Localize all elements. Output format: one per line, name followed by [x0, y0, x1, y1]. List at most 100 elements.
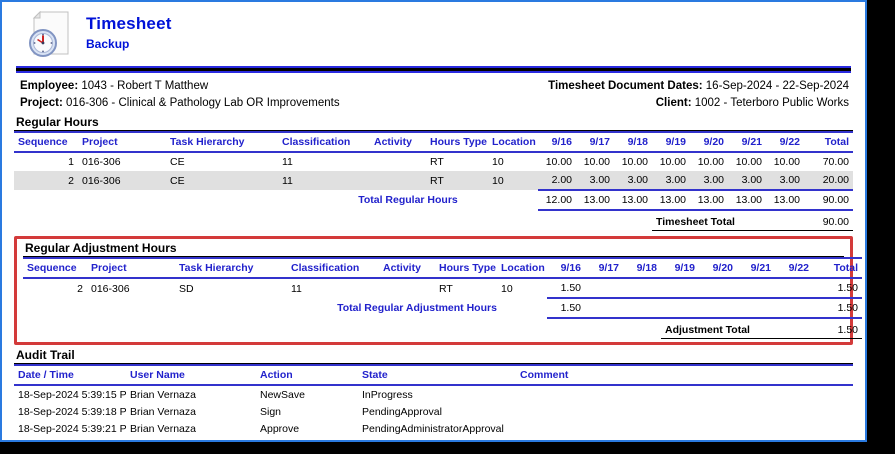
- cell-task: CE: [166, 152, 278, 171]
- cell-day: [775, 278, 813, 298]
- cell-day: 3.00: [690, 171, 728, 190]
- cell-day: [661, 278, 699, 298]
- cell-day: [699, 278, 737, 298]
- totals-row: Total Regular Adjustment Hours 1.50 1.50: [23, 298, 862, 318]
- column-header: Hours Type: [426, 132, 488, 152]
- cell-comment: [516, 437, 853, 442]
- cell-day: [623, 278, 661, 298]
- cell-day: 10.00: [690, 152, 728, 171]
- document-dates-value: 16-Sep-2024 - 22-Sep-2024: [706, 80, 849, 92]
- audit-trail-title: Audit Trail: [14, 348, 853, 364]
- column-header: User Name: [126, 365, 256, 385]
- project-row: Project: 016-306 - Clinical & Pathology …: [20, 95, 340, 112]
- cell-activity: [370, 152, 426, 171]
- totals-day: 13.00: [766, 190, 804, 210]
- cell-hours-type: RT: [435, 278, 497, 298]
- column-header: Task Hierarchy: [166, 132, 278, 152]
- report-title-block: Timesheet Backup: [86, 11, 172, 51]
- totals-total: 90.00: [804, 190, 853, 210]
- cell-hours-type: RT: [426, 152, 488, 171]
- column-header: Task Hierarchy: [175, 258, 287, 278]
- client-row: Client: 1002 - Teterboro Public Works: [548, 95, 849, 112]
- column-header: 9/18: [614, 132, 652, 152]
- cell-day: [585, 278, 623, 298]
- audit-row: 18-Sep-2024 5:39:15 PM Brian Vernaza New…: [14, 385, 853, 403]
- timesheet-total-row: Timesheet Total 90.00: [14, 210, 853, 231]
- column-header: Location: [497, 258, 547, 278]
- column-header: State: [358, 365, 516, 385]
- cell-day: [737, 278, 775, 298]
- document-dates-row: Timesheet Document Dates: 16-Sep-2024 - …: [548, 78, 849, 95]
- cell-action: Approve: [256, 437, 358, 442]
- client-label: Client:: [656, 97, 692, 109]
- cell-state: PendingApproval: [358, 403, 516, 420]
- column-header: Classification: [287, 258, 379, 278]
- totals-day: 13.00: [614, 190, 652, 210]
- document-info-left: Employee: 1043 - Robert T Matthew Projec…: [20, 78, 340, 112]
- cell-total: 20.00: [804, 171, 853, 190]
- audit-header-row: Date / Time User Name Action State Comme…: [14, 365, 853, 385]
- project-value: 016-306 - Clinical & Pathology Lab OR Im…: [66, 97, 340, 109]
- totals-day: [699, 298, 737, 318]
- column-header: Action: [256, 365, 358, 385]
- employee-label: Employee:: [20, 80, 78, 92]
- cell-project: 016-306: [78, 152, 166, 171]
- cell-activity: [379, 278, 435, 298]
- cell-state: InProgress: [358, 385, 516, 403]
- totals-day: [623, 298, 661, 318]
- cell-day: 3.00: [614, 171, 652, 190]
- header-divider: [16, 66, 851, 73]
- totals-day: [585, 298, 623, 318]
- column-header: Sequence: [14, 132, 78, 152]
- regular-hours-table: Sequence Project Task Hierarchy Classifi…: [14, 131, 853, 231]
- cell-sequence: 1: [14, 152, 78, 171]
- cell-day: 10.00: [538, 152, 576, 171]
- totals-label: Total Regular Adjustment Hours: [287, 298, 547, 318]
- cell-location: 10: [497, 278, 547, 298]
- cell-day: 10.00: [766, 152, 804, 171]
- cell-day: 2.00: [538, 171, 576, 190]
- cell-state: PendingAdministratorApproval: [358, 420, 516, 437]
- cell-datetime: 18-Sep-2024 5:39:15 PM: [14, 385, 126, 403]
- employee-row: Employee: 1043 - Robert T Matthew: [20, 78, 340, 95]
- cell-task: CE: [166, 171, 278, 190]
- page-subtitle: Backup: [86, 37, 172, 51]
- cell-location: 10: [488, 152, 538, 171]
- cell-project: 016-306: [87, 278, 175, 298]
- adjustment-hours-table: Sequence Project Task Hierarchy Classifi…: [23, 257, 862, 339]
- document-info-right: Timesheet Document Dates: 16-Sep-2024 - …: [548, 78, 849, 112]
- totals-day: 13.00: [576, 190, 614, 210]
- column-header: Activity: [379, 258, 435, 278]
- totals-total: 1.50: [813, 298, 862, 318]
- regular-hours-title: Regular Hours: [14, 115, 853, 131]
- totals-day: 13.00: [728, 190, 766, 210]
- cell-user: Brian Vernaza: [126, 385, 256, 403]
- report-header: Timesheet Backup: [28, 11, 853, 61]
- cell-day: 3.00: [728, 171, 766, 190]
- totals-day: [737, 298, 775, 318]
- cell-action: Approve: [256, 420, 358, 437]
- timesheet-total-value: 90.00: [804, 210, 853, 231]
- cell-sequence: 2: [23, 278, 87, 298]
- cell-day: 1.50: [547, 278, 585, 298]
- cell-day: 10.00: [728, 152, 766, 171]
- cell-day: 10.00: [576, 152, 614, 171]
- totals-day: [775, 298, 813, 318]
- column-header: Location: [488, 132, 538, 152]
- totals-day: 12.00: [538, 190, 576, 210]
- totals-row: Total Regular Hours 12.00 13.00 13.00 13…: [14, 190, 853, 210]
- column-header: 9/21: [728, 132, 766, 152]
- column-header: Activity: [370, 132, 426, 152]
- totals-label: Total Regular Hours: [278, 190, 538, 210]
- cell-activity: [370, 171, 426, 190]
- cell-sequence: 2: [14, 171, 78, 190]
- adjustment-total-value: 1.50: [813, 318, 862, 339]
- table-row: 2 016-306 SD 11 RT 10 1.50 1.50: [23, 278, 862, 298]
- cell-user: Brian Vernaza: [126, 420, 256, 437]
- totals-day: 1.50: [547, 298, 585, 318]
- column-header: 9/16: [538, 132, 576, 152]
- cell-classification: 11: [278, 152, 370, 171]
- adjustment-total-row: Adjustment Total 1.50: [23, 318, 862, 339]
- cell-day: 10.00: [652, 152, 690, 171]
- cell-location: 10: [488, 171, 538, 190]
